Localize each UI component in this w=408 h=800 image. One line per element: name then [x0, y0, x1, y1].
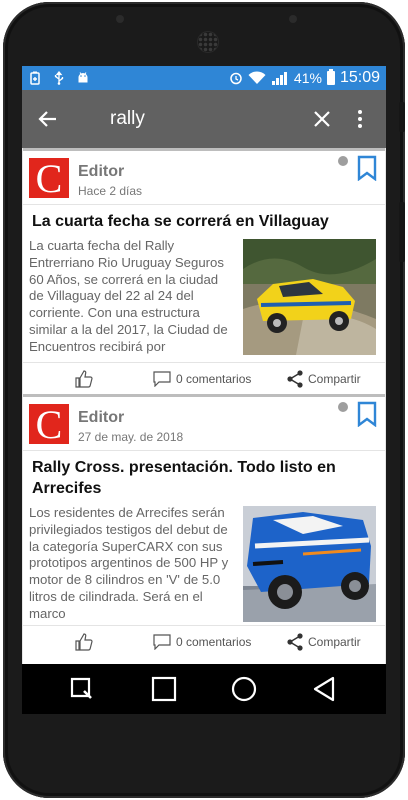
- author-name: Editor: [78, 409, 125, 426]
- share-button[interactable]: Compartir: [308, 635, 361, 649]
- search-toolbar: rally: [22, 90, 386, 148]
- recents-search-icon[interactable]: [68, 675, 96, 703]
- alarm-icon: [230, 72, 242, 85]
- results-feed: C Editor Hace 2 días La cuarta fecha se …: [22, 148, 386, 714]
- sensor: [116, 15, 124, 23]
- android-debug-icon: [78, 72, 88, 83]
- more-vert-icon[interactable]: [354, 107, 366, 131]
- comment-count[interactable]: 0 comentarios: [176, 372, 251, 386]
- signal-icon: [271, 72, 287, 85]
- volume-button: [399, 102, 405, 132]
- front-camera: [289, 15, 297, 23]
- wifi-icon: [248, 71, 266, 84]
- card-header: C Editor 27 de may. de 2018: [23, 397, 385, 451]
- article-excerpt: Los residentes de Arrecifes serán privil…: [29, 505, 229, 621]
- author-name: Editor: [78, 163, 125, 180]
- bookmark-icon[interactable]: [357, 155, 377, 181]
- card-actions: 0 comentarios Compartir: [23, 362, 385, 394]
- unread-dot: [338, 156, 348, 166]
- back-triangle-icon[interactable]: [310, 675, 338, 703]
- share-icon[interactable]: [287, 370, 303, 388]
- battery-saver-icon: [30, 71, 40, 85]
- rally-car-image[interactable]: [243, 239, 376, 355]
- thumbs-up-icon[interactable]: [75, 370, 93, 388]
- card-header: C Editor Hace 2 días: [23, 151, 385, 205]
- article-card[interactable]: C Editor Hace 2 días La cuarta fecha se …: [23, 148, 385, 394]
- battery-icon: [326, 69, 335, 85]
- publisher-logo: C: [29, 404, 69, 445]
- status-bar: 41% 15:09: [22, 66, 386, 90]
- arrow-back-icon[interactable]: [36, 107, 60, 131]
- article-excerpt: La cuarta fecha del Rally Entrerriano Ri…: [29, 238, 228, 354]
- article-title[interactable]: Rally Cross. presentación. Todo listo en…: [23, 451, 385, 499]
- close-icon[interactable]: [310, 107, 334, 131]
- home-square-icon[interactable]: [150, 675, 178, 703]
- card-actions: 0 comentarios Compartir: [23, 625, 385, 657]
- search-query[interactable]: rally: [110, 108, 145, 130]
- battery-percent: 41%: [293, 70, 322, 86]
- article-title[interactable]: La cuarta fecha se correrá en Villaguay: [23, 205, 385, 232]
- publisher-logo: C: [29, 158, 69, 199]
- usb-icon: [54, 71, 64, 85]
- system-nav-bar: [22, 664, 386, 714]
- unread-dot: [338, 402, 348, 412]
- circle-home-icon[interactable]: [230, 675, 258, 703]
- bookmark-icon[interactable]: [357, 401, 377, 427]
- screen: 41% 15:09 rally C Editor Hace 2 días La …: [22, 66, 386, 714]
- comment-icon[interactable]: [153, 634, 171, 650]
- article-date: 27 de may. de 2018: [78, 430, 184, 444]
- share-button[interactable]: Compartir: [308, 372, 361, 386]
- rallycross-car-image[interactable]: [243, 506, 376, 622]
- earpiece-speaker: [197, 31, 219, 53]
- power-button: [399, 202, 405, 262]
- comment-count[interactable]: 0 comentarios: [176, 635, 251, 649]
- share-icon[interactable]: [287, 633, 303, 651]
- article-date: Hace 2 días: [78, 184, 143, 198]
- clock: 15:09: [339, 69, 380, 86]
- thumbs-up-icon[interactable]: [75, 633, 93, 651]
- comment-icon[interactable]: [153, 371, 171, 387]
